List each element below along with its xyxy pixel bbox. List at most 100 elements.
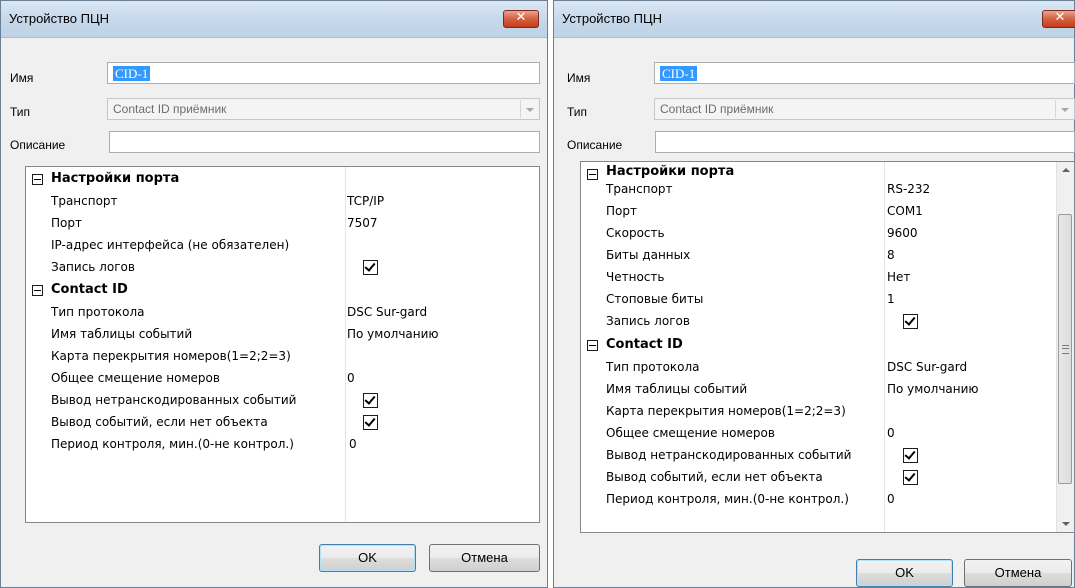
category-title: Настройки порта (51, 171, 180, 186)
property-row[interactable]: Общее смещение номеров 0 (26, 368, 539, 390)
property-row[interactable]: Запись логов (26, 257, 539, 279)
category-row[interactable]: Настройки порта (26, 169, 539, 191)
property-value[interactable]: DSC Sur-gard (347, 305, 427, 319)
chevron-down-icon[interactable] (520, 100, 538, 118)
property-name: Общее смещение номеров (606, 426, 775, 440)
property-row[interactable]: Тип протокола DSC Sur-gard (581, 357, 1074, 379)
property-row[interactable]: Вывод событий, если нет объекта (26, 412, 539, 434)
property-value[interactable]: 8 (887, 248, 895, 262)
property-value[interactable]: Нет (887, 270, 910, 284)
property-row[interactable]: Запись логов (581, 311, 1074, 333)
grip-icon (1062, 345, 1069, 354)
property-row[interactable]: Имя таблицы событий По умолчанию (581, 379, 1074, 401)
ok-button[interactable]: OK (856, 559, 953, 587)
property-name: Биты данных (606, 248, 691, 262)
property-value[interactable]: DSC Sur-gard (887, 360, 967, 374)
category-row[interactable]: Contact ID (26, 280, 539, 302)
property-grid[interactable]: Настройки порта Транспорт TCP/IP Порт 75… (25, 166, 540, 523)
type-dropdown[interactable]: Contact ID приёмник (654, 98, 1075, 120)
property-row[interactable]: Карта перекрытия номеров(1=2;2=3) (26, 346, 539, 368)
property-grid[interactable]: Настройки порта Транспорт RS-232 Порт CO… (580, 161, 1075, 533)
dialog-right: Устройство ПЦН ✕ Имя CID-1 Тип Contact I… (553, 0, 1075, 588)
no-object-checkbox[interactable] (903, 470, 918, 485)
property-row[interactable]: Четность Нет (581, 267, 1074, 289)
property-name: Карта перекрытия номеров(1=2;2=3) (51, 349, 291, 363)
category-row[interactable]: Contact ID (581, 335, 1074, 357)
close-button[interactable]: ✕ (1042, 10, 1075, 28)
property-name: Запись логов (606, 314, 690, 328)
property-row[interactable]: Общее смещение номеров 0 (581, 423, 1074, 445)
title-bar[interactable]: Устройство ПЦН ✕ (1, 1, 547, 38)
property-name: Вывод нетранскодированных событий (606, 448, 852, 462)
property-row[interactable]: Порт COM1 (581, 201, 1074, 223)
description-label: Описание (567, 138, 623, 152)
property-row[interactable]: Стоповые биты 1 (581, 289, 1074, 311)
scrollbar-thumb[interactable] (1058, 214, 1072, 484)
description-field[interactable] (109, 131, 540, 153)
property-value[interactable]: 1 (887, 292, 895, 306)
property-value[interactable]: По умолчанию (887, 382, 979, 396)
property-row[interactable]: Период контроля, мин.(0-не контрол.) 0 (581, 489, 1074, 511)
log-checkbox[interactable] (903, 314, 918, 329)
log-checkbox[interactable] (363, 260, 378, 275)
type-value: Contact ID приёмник (660, 102, 774, 116)
property-value[interactable]: TCP/IP (347, 194, 384, 208)
property-row[interactable]: Скорость 9600 (581, 223, 1074, 245)
property-row[interactable]: Вывод нетранскодированных событий (581, 445, 1074, 467)
property-row[interactable]: Вывод нетранскодированных событий (26, 390, 539, 412)
name-value: CID-1 (660, 66, 698, 81)
property-value[interactable]: 0 (887, 492, 895, 506)
name-field[interactable]: CID-1 (654, 62, 1075, 84)
property-row[interactable]: Имя таблицы событий По умолчанию (26, 324, 539, 346)
name-field[interactable]: CID-1 (107, 62, 540, 84)
type-dropdown[interactable]: Contact ID приёмник (107, 98, 540, 120)
property-row[interactable]: Вывод событий, если нет объекта (581, 467, 1074, 489)
scroll-down-icon[interactable] (1057, 515, 1074, 532)
collapse-icon[interactable] (587, 340, 598, 351)
property-row[interactable]: IP-адрес интерфейса (не обязателен) (26, 235, 539, 257)
dialog-title: Устройство ПЦН (9, 11, 109, 26)
ok-button[interactable]: OK (319, 544, 416, 572)
property-name: Четность (606, 270, 665, 284)
property-name: Порт (51, 216, 82, 230)
property-name: Скорость (606, 226, 665, 240)
cancel-button[interactable]: Отмена (429, 544, 540, 572)
close-button[interactable]: ✕ (503, 10, 539, 28)
property-name: Карта перекрытия номеров(1=2;2=3) (606, 404, 846, 418)
name-value: CID-1 (113, 66, 151, 81)
name-label: Имя (567, 71, 591, 85)
property-row[interactable]: Тип протокола DSC Sur-gard (26, 302, 539, 324)
chevron-down-icon[interactable] (1055, 100, 1073, 118)
property-value[interactable]: 9600 (887, 226, 918, 240)
property-name: Стоповые биты (606, 292, 704, 306)
collapse-icon[interactable] (32, 285, 43, 296)
title-bar[interactable]: Устройство ПЦН ✕ (554, 1, 1075, 38)
description-label: Описание (10, 138, 66, 152)
description-field[interactable] (655, 131, 1075, 153)
property-row[interactable]: Порт 7507 (26, 213, 539, 235)
property-name: Запись логов (51, 260, 135, 274)
property-row[interactable]: Карта перекрытия номеров(1=2;2=3) (581, 401, 1074, 423)
property-name: Период контроля, мин.(0-не контрол.) (606, 492, 849, 506)
collapse-icon[interactable] (32, 174, 43, 185)
untranscoded-checkbox[interactable] (903, 448, 918, 463)
property-name: Тип протокола (606, 360, 700, 374)
property-row[interactable]: Транспорт RS-232 (581, 179, 1074, 201)
property-value[interactable]: 7507 (347, 216, 378, 230)
cancel-button[interactable]: Отмена (964, 559, 1072, 587)
property-row[interactable]: Биты данных 8 (581, 245, 1074, 267)
no-object-checkbox[interactable] (363, 415, 378, 430)
scroll-up-icon[interactable] (1057, 162, 1074, 179)
untranscoded-checkbox[interactable] (363, 393, 378, 408)
property-value[interactable]: RS-232 (887, 182, 930, 196)
property-value[interactable]: 0 (349, 437, 357, 451)
vertical-scrollbar[interactable] (1056, 162, 1074, 532)
property-value[interactable]: 0 (347, 371, 355, 385)
property-row[interactable]: Период контроля, мин.(0-не контрол.) 0 (26, 434, 539, 456)
property-value[interactable]: По умолчанию (347, 327, 439, 341)
property-row[interactable]: Транспорт TCP/IP (26, 191, 539, 213)
property-name: Вывод нетранскодированных событий (51, 393, 297, 407)
property-value[interactable]: COM1 (887, 204, 923, 218)
property-name: Порт (606, 204, 637, 218)
property-value[interactable]: 0 (887, 426, 895, 440)
